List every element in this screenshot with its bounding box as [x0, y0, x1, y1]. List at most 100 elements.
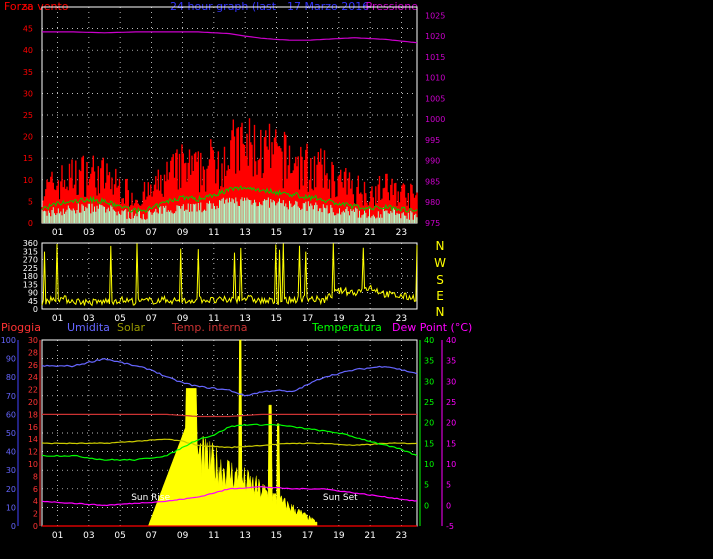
humidity-label: Umidita	[67, 321, 110, 334]
temperature-axis-tick-label: 15	[424, 439, 434, 448]
hour-tick-label: 11	[208, 531, 219, 541]
solar-label: Solar	[117, 321, 146, 334]
hour-tick-label: 21	[364, 531, 375, 541]
rain-axis-tick-label: 18	[28, 410, 38, 419]
direction-axis-tick-label: 315	[23, 247, 38, 256]
pressure-axis-tick-label: 975	[425, 219, 440, 228]
rain-axis-tick-label: 10	[28, 460, 38, 469]
dewpoint-axis-tick-label: -5	[446, 522, 454, 531]
background	[0, 0, 713, 555]
temperature-axis-tick-label: 0	[424, 501, 429, 510]
dewpoint-axis-tick-label: 20	[446, 419, 456, 428]
compass-n-top: N	[436, 239, 445, 253]
pressure-axis-tick-label: 1000	[425, 115, 445, 124]
humidity-axis-tick-label: 100	[1, 336, 16, 345]
rain-label: Pioggia	[1, 321, 41, 334]
temperature-axis-tick-label: 30	[424, 377, 434, 386]
hour-tick-label: 15	[271, 314, 282, 324]
hour-tick-label: 07	[146, 531, 157, 541]
direction-axis-tick-label: 270	[23, 256, 38, 265]
humidity-axis-tick-label: 10	[6, 503, 16, 512]
humidity-axis-tick-label: 60	[6, 410, 16, 419]
dewpoint-axis-tick-label: 10	[446, 460, 456, 469]
hour-tick-label: 01	[52, 531, 63, 541]
humidity-axis-tick-label: 70	[6, 392, 16, 401]
hour-tick-label: 17	[302, 228, 313, 238]
rain-axis-tick-label: 6	[33, 485, 38, 494]
wind-axis-tick-label: 30	[23, 89, 33, 98]
hour-tick-label: 09	[177, 531, 189, 541]
rain-axis-tick-label: 4	[33, 497, 38, 506]
temperature-axis-tick-label: 20	[424, 419, 434, 428]
hour-tick-label: 03	[83, 228, 94, 238]
hour-tick-label: 15	[271, 531, 282, 541]
temperature-axis-tick-label: 5	[424, 481, 429, 490]
direction-axis-tick-label: 180	[23, 272, 38, 281]
hour-tick-label: 21	[364, 228, 375, 238]
hour-tick-label: 13	[239, 531, 250, 541]
humidity-axis-tick-label: 20	[6, 485, 16, 494]
compass-w: W	[434, 256, 446, 270]
hour-tick-label: 15	[271, 228, 282, 238]
rain-axis-tick-label: 8	[33, 472, 38, 481]
humidity-axis-tick-label: 40	[6, 448, 16, 457]
hour-tick-label: 19	[333, 228, 345, 238]
dewpoint-label: Dew Point (°C)	[392, 321, 472, 334]
wind-axis-tick-label: 45	[23, 25, 33, 34]
pressure-axis-tick-label: 1020	[425, 32, 445, 41]
wind-axis-tick-label: 40	[23, 46, 33, 55]
direction-axis-tick-label: 360	[23, 239, 38, 248]
compass-n-bottom: N	[436, 305, 445, 319]
humidity-axis-tick-label: 30	[6, 466, 16, 475]
hour-tick-label: 17	[302, 531, 313, 541]
sunrise-annotation: Sun Rise	[131, 493, 170, 503]
rain-axis-tick-label: 14	[28, 435, 38, 444]
rain-axis-tick-label: 22	[28, 386, 38, 395]
hour-tick-label: 05	[114, 531, 125, 541]
pressure-axis-tick-label: 1005	[425, 94, 445, 103]
indoor-temp-label: Temp. interna	[171, 321, 247, 334]
rain-axis-tick-label: 16	[28, 423, 38, 432]
wind-axis-tick-label: 15	[23, 154, 33, 163]
hour-tick-label: 09	[177, 228, 189, 238]
direction-axis-tick-label: 225	[23, 264, 38, 273]
dewpoint-axis-tick-label: 25	[446, 398, 456, 407]
wind-axis-tick-label: 35	[23, 68, 33, 77]
humidity-axis-tick-label: 0	[11, 522, 16, 531]
wind-axis-tick-label: 0	[28, 219, 33, 228]
temperature-axis-tick-label: 25	[424, 398, 434, 407]
wind-axis-tick-label: 10	[23, 176, 33, 185]
rain-axis-tick-label: 20	[28, 398, 38, 407]
pressure-axis-tick-label: 1010	[425, 74, 445, 83]
dewpoint-axis-tick-label: 15	[446, 439, 456, 448]
pressure-axis-tick-label: 1015	[425, 53, 445, 62]
direction-axis-tick-label: 90	[28, 289, 38, 298]
temperature-axis-tick-label: 35	[424, 357, 434, 366]
temperature-axis-tick-label: 40	[424, 336, 434, 345]
hour-tick-label: 13	[239, 228, 250, 238]
humidity-axis-tick-label: 50	[6, 429, 16, 438]
temperature-label: Temperatura	[311, 321, 382, 334]
rain-axis-tick-label: 28	[28, 348, 38, 357]
hour-tick-label: 07	[146, 228, 157, 238]
rain-axis-tick-label: 24	[28, 373, 38, 382]
hour-tick-label: 11	[208, 228, 219, 238]
dewpoint-axis-tick-label: 0	[446, 501, 451, 510]
direction-axis-tick-label: 45	[28, 297, 38, 306]
wind-axis-tick-label: 5	[28, 197, 33, 206]
direction-axis-tick-label: 0	[33, 305, 38, 314]
sunset-annotation: Sun Set	[323, 493, 358, 503]
pressure-axis-tick-label: 985	[425, 177, 440, 186]
hour-tick-label: 23	[396, 228, 407, 238]
hour-tick-label: 01	[52, 228, 63, 238]
dewpoint-axis-tick-label: 35	[446, 357, 456, 366]
hour-tick-label: 01	[52, 314, 63, 324]
compass-s: S	[436, 273, 444, 287]
hour-tick-label: 05	[114, 228, 125, 238]
rain-axis-tick-label: 30	[28, 336, 38, 345]
wind-axis-tick-label: 25	[23, 111, 33, 120]
hour-tick-label: 23	[396, 531, 407, 541]
humidity-axis-tick-label: 90	[6, 355, 16, 364]
weather-graph-page: Forza vento 24 hour graph (last - 17 Mar…	[0, 0, 713, 555]
hour-tick-label: 07	[146, 314, 157, 324]
